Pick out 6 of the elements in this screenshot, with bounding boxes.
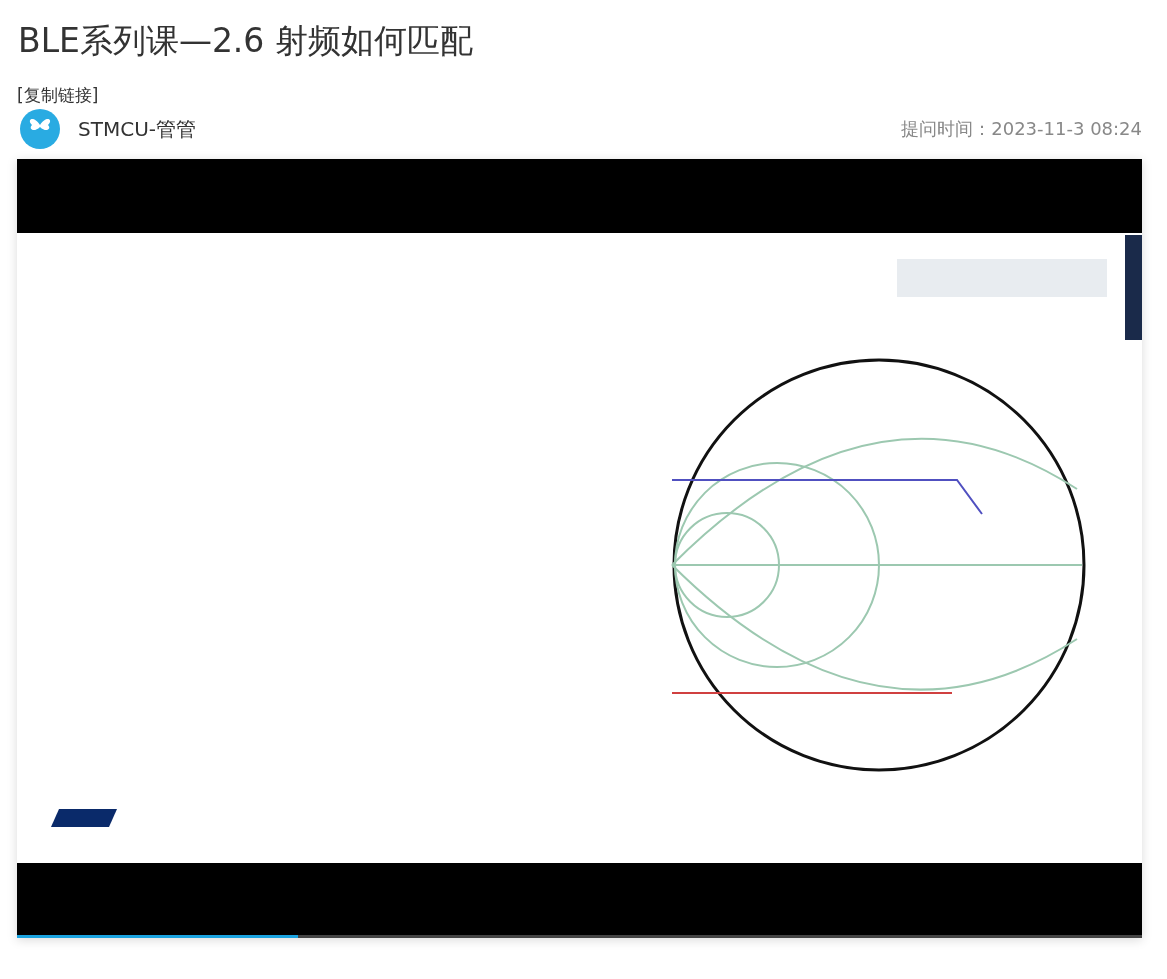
- progress-track[interactable]: [17, 935, 1142, 938]
- author-name[interactable]: STMCU-管管: [78, 115, 196, 143]
- post-title: BLE系列课—2.6 射频如何匹配: [18, 20, 474, 62]
- avatar-icon: [20, 109, 60, 149]
- copy-link[interactable]: [复制链接]: [17, 84, 99, 107]
- post-time: 提问时间：2023-11-3 08:24: [901, 117, 1142, 141]
